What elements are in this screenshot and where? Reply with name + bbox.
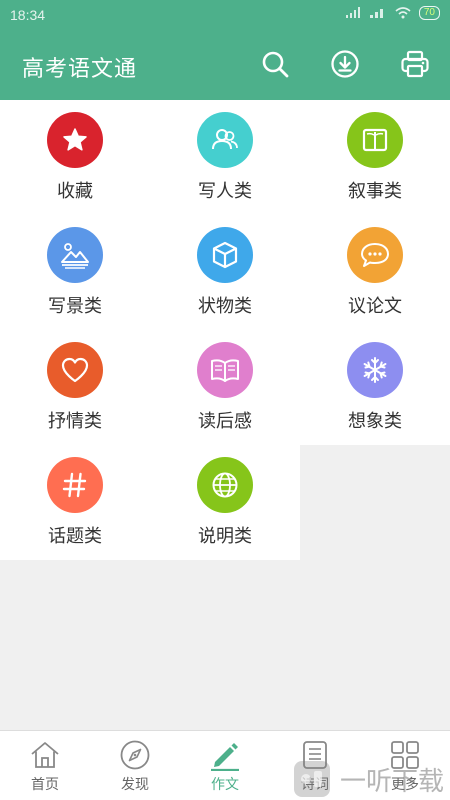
download-icon <box>331 50 359 78</box>
category-label: 说明类 <box>198 526 252 547</box>
download-button[interactable] <box>329 48 361 80</box>
compass-icon <box>120 740 150 770</box>
tab-essay[interactable]: 作文 <box>180 731 270 800</box>
category-reading-notes[interactable]: 读后感 <box>150 330 300 445</box>
tab-label: 首页 <box>31 777 59 793</box>
signal-icon <box>369 9 383 18</box>
category-favorites[interactable]: 收藏 <box>0 100 150 215</box>
status-time: 18:34 <box>10 7 46 23</box>
tab-label: 作文 <box>211 777 239 793</box>
category-object[interactable]: 状物类 <box>150 215 300 330</box>
cube-icon <box>212 241 238 269</box>
category-label: 话题类 <box>48 526 102 547</box>
category-label: 状物类 <box>198 296 252 317</box>
people-icon <box>212 129 238 150</box>
category-scenery[interactable]: 写景类 <box>0 215 150 330</box>
category-topic[interactable]: 话题类 <box>0 445 150 560</box>
print-button[interactable] <box>399 48 431 80</box>
heart-icon <box>61 357 89 383</box>
snowflake-icon <box>363 357 387 383</box>
category-imagination[interactable]: 想象类 <box>300 330 450 445</box>
category-icon-circle <box>197 457 253 513</box>
category-icon-circle <box>47 227 103 283</box>
status-bar: 18:34 70 <box>0 0 450 30</box>
category-icon-circle <box>197 342 253 398</box>
star-icon <box>63 128 87 151</box>
search-icon <box>262 51 289 78</box>
category-label: 读后感 <box>198 411 252 432</box>
category-portrait[interactable]: 写人类 <box>150 100 300 215</box>
sim-signal-icon <box>345 7 360 18</box>
book-icon <box>362 128 388 152</box>
wifi-icon <box>395 7 411 19</box>
category-label: 收藏 <box>57 181 93 202</box>
watermark: 一听下载 <box>292 758 450 800</box>
chat-bubble-icon <box>361 243 389 267</box>
home-icon <box>31 742 59 768</box>
category-label: 抒情类 <box>48 411 102 432</box>
category-label: 写景类 <box>48 296 102 317</box>
category-icon-circle <box>47 342 103 398</box>
category-icon-circle <box>197 112 253 168</box>
category-icon-circle <box>347 342 403 398</box>
category-icon-circle <box>347 227 403 283</box>
category-argument[interactable]: 议论文 <box>300 215 450 330</box>
app-bar: 高考语文通 <box>0 30 450 100</box>
category-label: 想象类 <box>348 411 402 432</box>
category-icon-circle <box>347 112 403 168</box>
tab-label: 发现 <box>121 777 149 793</box>
category-narrative[interactable]: 叙事类 <box>300 100 450 215</box>
tab-discover[interactable]: 发现 <box>90 731 180 800</box>
mountain-icon <box>61 243 89 269</box>
open-book-icon <box>211 359 239 382</box>
hashtag-icon <box>62 472 87 498</box>
globe-icon <box>212 472 238 498</box>
category-lyrical[interactable]: 抒情类 <box>0 330 150 445</box>
printer-icon <box>401 50 429 78</box>
system-status-icons: 70 <box>345 6 440 20</box>
category-label: 叙事类 <box>348 181 402 202</box>
watermark-logo-icon <box>294 761 330 797</box>
category-icon-circle <box>197 227 253 283</box>
page-title: 高考语文通 <box>22 57 138 82</box>
category-label: 议论文 <box>348 296 402 317</box>
tab-home[interactable]: 首页 <box>0 731 90 800</box>
category-icon-circle <box>47 112 103 168</box>
battery-icon: 70 <box>418 6 440 20</box>
category-label: 写人类 <box>198 181 252 202</box>
category-expository[interactable]: 说明类 <box>150 445 300 560</box>
watermark-text: 一听下载 <box>340 766 445 797</box>
category-icon-circle <box>47 457 103 513</box>
pencil-icon <box>211 743 239 771</box>
search-button[interactable] <box>259 48 291 80</box>
